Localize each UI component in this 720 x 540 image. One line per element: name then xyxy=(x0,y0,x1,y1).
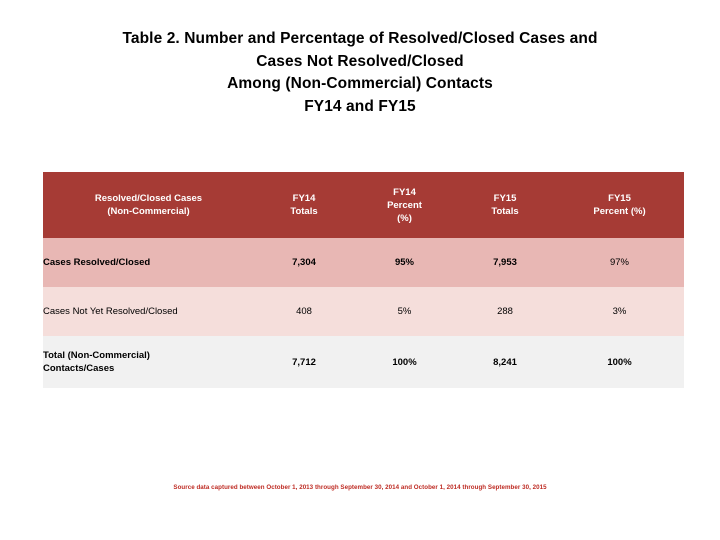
column-header-fy14-percent: FY14 Percent (%) xyxy=(354,172,455,238)
cell-fy15-total-not-resolved: 288 xyxy=(455,287,555,336)
cell-fy15-total-sum: 8,241 xyxy=(455,336,555,388)
column-header-category: Resolved/Closed Cases (Non-Commercial) xyxy=(43,172,254,238)
column-header-fy14-totals-line2: Totals xyxy=(290,206,318,217)
cell-fy15-total-resolved: 7,953 xyxy=(455,238,555,287)
cell-fy14-percent-sum: 100% xyxy=(354,336,455,388)
column-header-fy14-totals: FY14 Totals xyxy=(254,172,354,238)
column-header-fy15-totals-line1: FY15 xyxy=(493,193,517,204)
column-header-fy15-totals-line2: Totals xyxy=(491,206,519,217)
resolved-closed-cases-table: Resolved/Closed Cases (Non-Commercial) F… xyxy=(43,172,684,388)
row-label-total-line1: Total (Non-Commercial) xyxy=(43,350,150,361)
column-header-category-line1: Resolved/Closed Cases xyxy=(94,193,203,204)
table-row: Cases Not Yet Resolved/Closed 408 5% 288… xyxy=(43,287,684,336)
column-header-fy15-percent-line1: FY15 xyxy=(608,193,631,204)
cell-fy14-total-resolved: 7,304 xyxy=(254,238,354,287)
column-header-fy14-totals-line1: FY14 xyxy=(292,193,316,204)
column-header-fy14-percent-line1: FY14 xyxy=(393,186,416,198)
cell-fy14-percent-resolved: 95% xyxy=(354,238,455,287)
table-total-row: Total (Non-Commercial) Contacts/Cases 7,… xyxy=(43,336,684,388)
row-label-cases-not-yet-resolved: Cases Not Yet Resolved/Closed xyxy=(43,287,254,336)
title-line-4: FY14 and FY15 xyxy=(304,97,416,115)
column-header-fy14-percent-line3: (%) xyxy=(397,212,412,224)
cell-fy14-total-not-resolved: 408 xyxy=(254,287,354,336)
title-line-2: Cases Not Resolved/Closed xyxy=(256,52,464,70)
cell-fy14-percent-not-resolved: 5% xyxy=(354,287,455,336)
cell-fy14-total-sum: 7,712 xyxy=(254,336,354,388)
row-label-total: Total (Non-Commercial) Contacts/Cases xyxy=(43,336,254,388)
table-row: Cases Resolved/Closed 7,304 95% 7,953 97… xyxy=(43,238,684,287)
title-line-3: Among (Non-Commercial) Contacts xyxy=(227,75,493,92)
title-line-1: Table 2. Number and Percentage of Resolv… xyxy=(122,30,598,47)
column-header-fy15-percent-line2: Percent (%) xyxy=(593,206,646,217)
column-header-fy15-totals: FY15 Totals xyxy=(455,172,555,238)
column-header-fy14-percent-line2: Percent xyxy=(387,199,422,211)
table-container: Resolved/Closed Cases (Non-Commercial) F… xyxy=(43,172,684,388)
column-header-category-line2: (Non-Commercial) xyxy=(107,206,190,217)
column-header-fy15-percent: FY15 Percent (%) xyxy=(555,172,684,238)
cell-fy15-percent-sum: 100% xyxy=(555,336,684,388)
page-title: Table 2. Number and Percentage of Resolv… xyxy=(60,28,660,118)
row-label-cases-resolved-closed: Cases Resolved/Closed xyxy=(43,238,254,287)
cell-fy15-percent-resolved: 97% xyxy=(555,238,684,287)
source-note: Source data captured between October 1, … xyxy=(173,484,547,491)
table-header-row: Resolved/Closed Cases (Non-Commercial) F… xyxy=(43,172,684,238)
row-label-total-line2: Contacts/Cases xyxy=(43,363,115,374)
cell-fy15-percent-not-resolved: 3% xyxy=(555,287,684,336)
